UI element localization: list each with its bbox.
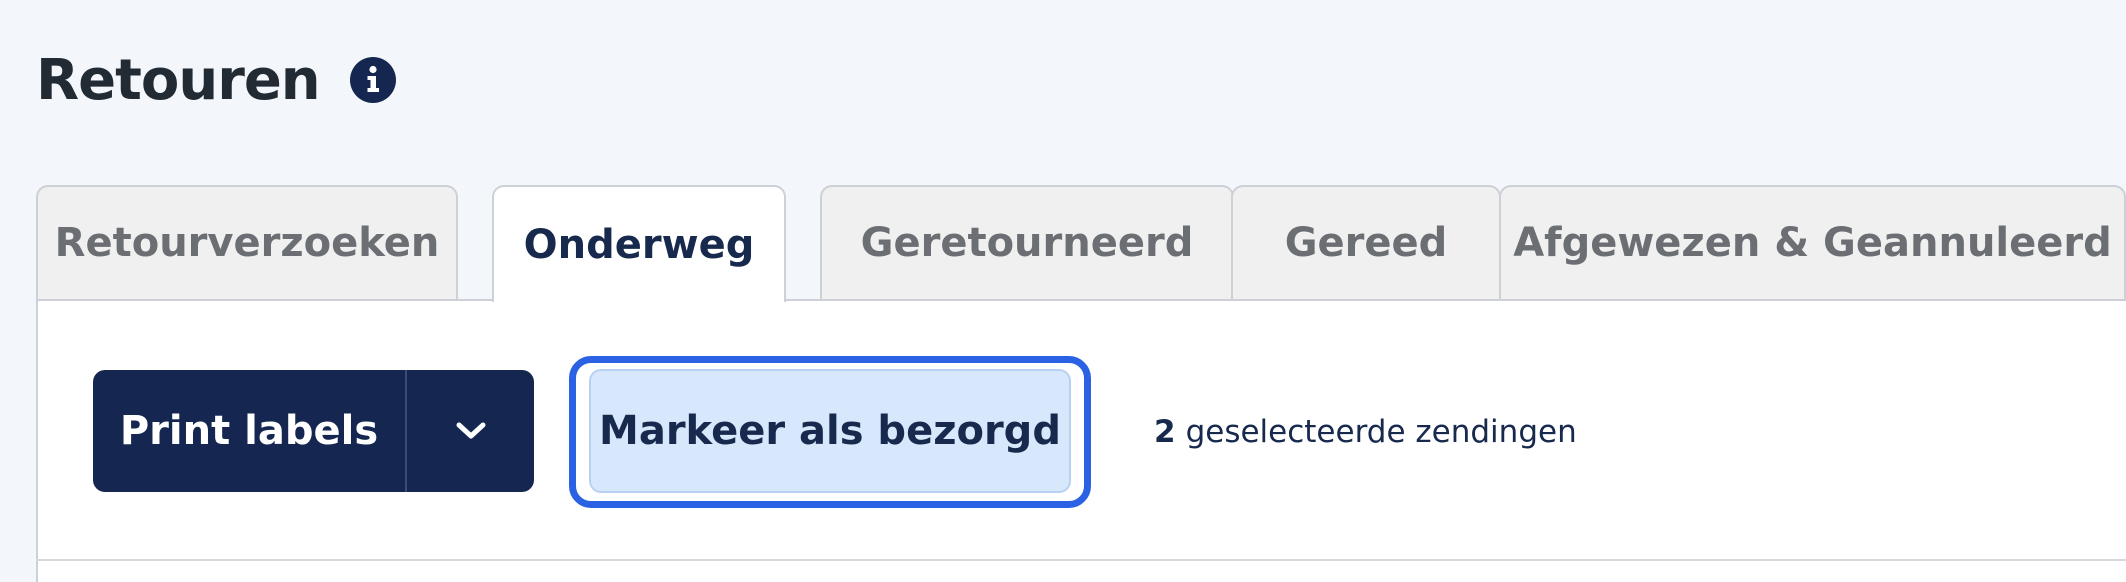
print-labels-button[interactable]: Print labels [93, 370, 405, 492]
tab-afgewezen-geannuleerd[interactable]: Afgewezen & Geannuleerd [1499, 185, 2126, 299]
print-labels-split-button: Print labels [93, 370, 534, 492]
info-icon[interactable] [349, 57, 396, 103]
tab-geretourneerd[interactable]: Geretourneerd [820, 185, 1234, 299]
selected-count-number: 2 [1154, 414, 1176, 450]
print-labels-dropdown-button[interactable] [407, 370, 534, 492]
chevron-down-icon [456, 422, 485, 439]
mark-delivered-button[interactable]: Markeer als bezorgd [589, 369, 1071, 493]
tab-gereed[interactable]: Gereed [1231, 185, 1501, 299]
selection-count: 2 geselecteerde zendingen [1154, 410, 1577, 454]
panel-footer [36, 561, 2126, 582]
tab-retourverzoeken[interactable]: Retourverzoeken [36, 185, 458, 299]
page-header: Retouren [36, 44, 396, 116]
page-title: Retouren [36, 47, 321, 113]
divider [36, 559, 2126, 561]
tab-onderweg[interactable]: Onderweg [492, 185, 786, 302]
selected-count-label: geselecteerde zendingen [1185, 414, 1577, 450]
